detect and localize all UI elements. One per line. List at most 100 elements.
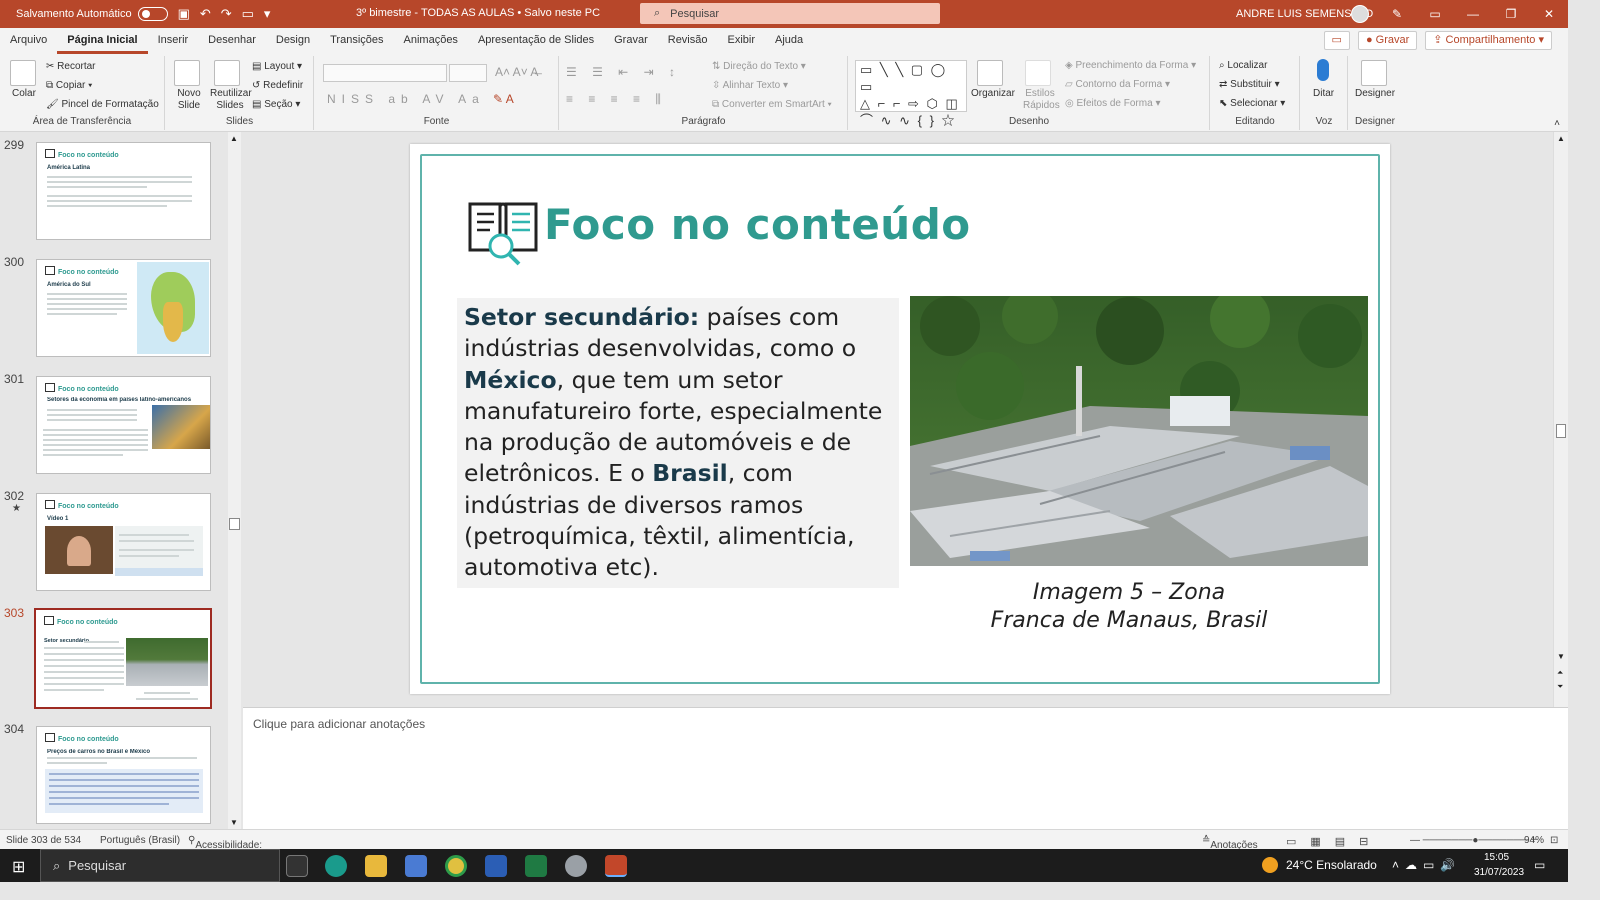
ribbon-display-icon[interactable]: ▭ [1416, 0, 1454, 28]
paste-button[interactable]: Colar [12, 88, 36, 99]
scroll-thumb[interactable] [229, 518, 240, 530]
scroll-up-icon[interactable]: ▲ [1557, 134, 1565, 143]
scroll-down-icon[interactable]: ▼ [230, 818, 238, 827]
slide-thumbnail[interactable]: Foco no conteúdo América do Sul [36, 259, 211, 357]
designer-button[interactable]: Designer [1355, 88, 1395, 99]
scroll-thumb[interactable] [1556, 424, 1566, 438]
avatar[interactable] [1351, 5, 1369, 23]
tab-desenhar[interactable]: Desenhar [198, 28, 266, 54]
tab-transicoes[interactable]: Transições [320, 28, 393, 54]
arrange-icon[interactable] [977, 60, 1003, 86]
slide-thumbnail-pane[interactable]: 299 Foco no conteúdo América Latina 300 … [0, 132, 243, 829]
text-direction-button[interactable]: ⇅ Direção do Texto ▾ [712, 61, 806, 72]
tab-ajuda[interactable]: Ajuda [765, 28, 813, 54]
font-family-select[interactable] [323, 64, 447, 82]
highlight-icon[interactable]: ✎ A [493, 92, 514, 106]
prev-slide-icon[interactable]: ⏶ [1557, 668, 1563, 678]
document-title[interactable]: 3º bimestre - TODAS AS AULAS • Salvo nes… [356, 7, 600, 19]
system-tray-icons[interactable]: ˄☁▭🔊 [1392, 858, 1461, 872]
notification-icon[interactable]: ▭ [1534, 858, 1545, 872]
new-slide-button[interactable]: Novo Slide [174, 88, 204, 112]
cut-button[interactable]: ✂ Recortar [46, 61, 96, 72]
arrange-button[interactable]: Organizar [971, 88, 1015, 99]
reset-button[interactable]: ↺ Redefinir [252, 80, 303, 91]
store-icon[interactable] [405, 855, 427, 877]
find-button[interactable]: ⌕ Localizar [1219, 60, 1267, 71]
minimize-button[interactable]: — [1454, 0, 1492, 28]
slide-thumbnail[interactable]: Foco no conteúdo América Latina [36, 142, 211, 240]
notes-toggle[interactable]: ≙ Anotações [1202, 835, 1258, 851]
font-style-buttons[interactable]: NISS ab AV Aa [327, 92, 485, 106]
tab-gravar[interactable]: Gravar [604, 28, 658, 54]
scroll-up-icon[interactable]: ▲ [230, 134, 238, 143]
align-buttons[interactable]: ≡ ≡ ≡ ≡ ⫼ [566, 92, 667, 107]
view-buttons[interactable]: ▭▦▤⊟ [1286, 835, 1382, 848]
copy-button[interactable]: ⧉ Copiar ▾ [46, 80, 92, 91]
edge-icon[interactable] [325, 855, 347, 877]
quick-access-toolbar[interactable]: ▣↶↷▭▾ [178, 6, 281, 22]
slide-thumbnail-selected[interactable]: Foco no conteúdo Setor secundário [32, 606, 214, 711]
microphone-icon[interactable] [1317, 59, 1329, 81]
zoom-level[interactable]: 94% [1524, 835, 1544, 846]
slide-thumbnail[interactable]: Foco no conteúdo Vídeo 1 [36, 493, 211, 591]
dictate-button[interactable]: Ditar [1313, 88, 1334, 99]
slide-canvas[interactable]: Foco no conteúdo Setor secundário: paíse… [410, 144, 1390, 694]
zoom-slider[interactable]: — ───────●─────── + [1410, 835, 1537, 846]
thumbnail-scrollbar[interactable]: ▲ ▼ [228, 132, 241, 829]
autosave-toggle[interactable] [137, 7, 168, 21]
accessibility-status[interactable]: ⚲ Acessibilidade: investigar [188, 835, 262, 862]
tab-animacoes[interactable]: Animações [394, 28, 468, 54]
notes-pane[interactable]: Clique para adicionar anotações [243, 707, 1568, 829]
reuse-slides-button[interactable]: Reutilizar Slides [210, 88, 252, 112]
record-button[interactable]: ● Gravar [1357, 31, 1418, 50]
powerpoint-icon[interactable] [605, 855, 627, 877]
maximize-button[interactable]: ❐ [1492, 0, 1530, 28]
tab-exibir[interactable]: Exibir [718, 28, 766, 54]
font-size-select[interactable] [449, 64, 487, 82]
smartart-button[interactable]: ⧉ Converter em SmartArt ▾ [712, 99, 832, 110]
list-buttons[interactable]: ☰ ☰ ⇤ ⇥ ↕ [566, 65, 681, 79]
shapes-gallery[interactable]: ▭ ╲ ╲ ▢ ◯ ▭ △ ⌐ ⌐ ⇨ ⬡ ◫ ⌒ ∿ ∿ { } ☆ [855, 60, 967, 128]
select-button[interactable]: ⬉ Selecionar ▾ [1219, 98, 1285, 109]
word-icon[interactable] [485, 855, 507, 877]
excel-icon[interactable] [525, 855, 547, 877]
quick-styles-icon[interactable] [1025, 60, 1051, 86]
paste-icon[interactable] [10, 60, 36, 86]
tab-design[interactable]: Design [266, 28, 320, 54]
reuse-slides-icon[interactable] [214, 60, 240, 86]
tab-apresentacao[interactable]: Apresentação de Slides [468, 28, 604, 54]
shape-effects-button[interactable]: ◎ Efeitos de Forma ▾ [1065, 98, 1160, 109]
slide-editor[interactable]: Foco no conteúdo Setor secundário: paíse… [243, 132, 1553, 707]
chrome-icon[interactable] [445, 855, 467, 877]
image-caption[interactable]: Imagem 5 – Zona Franca de Manaus, Brasil [910, 579, 1348, 635]
weather-text[interactable]: 24°C Ensolarado [1286, 858, 1377, 872]
format-painter-button[interactable]: 🖌 Pincel de Formatação [46, 99, 159, 110]
clock-time[interactable]: 15:05 [1484, 852, 1509, 863]
replace-button[interactable]: ⇄ Substituir ▾ [1219, 79, 1280, 90]
tab-revisao[interactable]: Revisão [658, 28, 718, 54]
align-text-button[interactable]: ⇳ Alinhar Texto ▾ [712, 80, 788, 91]
next-slide-icon[interactable]: ⏷ [1557, 682, 1563, 692]
tab-pagina-inicial[interactable]: Página Inicial [57, 28, 148, 54]
slide-title[interactable]: Foco no conteúdo [544, 200, 971, 249]
search-box[interactable]: ⌕ Pesquisar [640, 3, 940, 24]
manaus-industrial-photo[interactable] [910, 296, 1368, 566]
fit-slide-icon[interactable]: ⊡ [1550, 835, 1558, 846]
language-status[interactable]: Português (Brasil) [100, 835, 180, 846]
close-button[interactable]: ✕ [1530, 0, 1568, 28]
task-view-icon[interactable] [286, 855, 308, 877]
windows-start-icon[interactable]: ⊞ [12, 857, 25, 877]
pen-icon[interactable]: ✎ [1378, 0, 1416, 28]
slide-thumbnail[interactable]: Foco no conteúdo Setores da economia em … [36, 376, 211, 474]
layout-button[interactable]: ▤ Layout ▾ [252, 61, 302, 72]
slide-scrollbar[interactable]: ▲ ▼ ⏶ ⏷ [1553, 132, 1568, 707]
taskbar-search[interactable]: ⌕ Pesquisar [40, 849, 280, 882]
font-size-buttons[interactable]: A˄ A˅ A̶ [495, 65, 538, 79]
slide-thumbnail[interactable]: Foco no conteúdo Preços de carros no Bra… [36, 726, 211, 824]
comments-button[interactable]: ▭ [1323, 31, 1350, 50]
collapse-ribbon-icon[interactable]: ˄ [1554, 118, 1560, 129]
designer-icon[interactable] [1361, 60, 1387, 86]
quick-styles-button[interactable]: Estilos Rápidos [1023, 88, 1060, 112]
shape-fill-button[interactable]: ◈ Preenchimento da Forma ▾ [1065, 60, 1196, 71]
share-button[interactable]: ⇪ Compartilhamento ▾ [1425, 31, 1552, 50]
